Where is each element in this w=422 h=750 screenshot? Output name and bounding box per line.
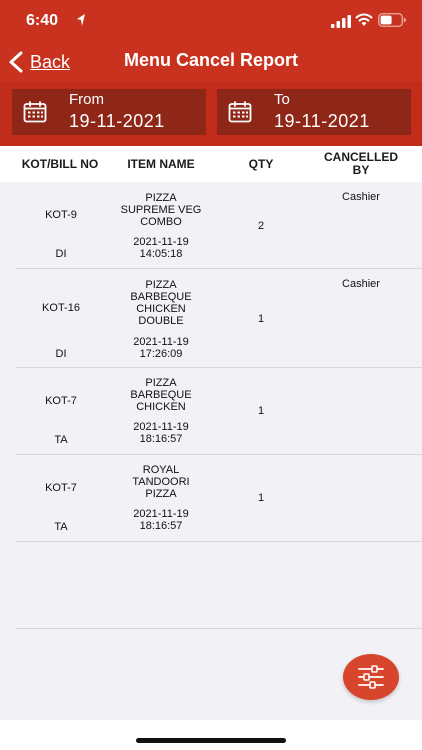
item-time: 17:26:09: [139, 348, 183, 360]
item-datetime: 2021-11-19 14:05:18: [110, 236, 212, 260]
page-title: Menu Cancel Report: [123, 50, 299, 70]
cellular-signal-icon: [331, 15, 351, 28]
item-qty: 1: [257, 492, 265, 504]
table-row[interactable]: KOT-7 TA PIZZA BARBEQUE CHICKEN 2021-11-…: [16, 368, 422, 455]
order-type: DI: [55, 348, 67, 360]
kot-number: KOT-16: [42, 302, 80, 314]
to-date-value: 19-11-2021: [274, 111, 370, 131]
from-label: From: [69, 91, 104, 108]
item-name-line: BARBEQUE: [130, 291, 192, 303]
item-name-line: BARBEQUE: [130, 389, 192, 401]
order-type: DI: [55, 248, 67, 260]
item-name-line: SUPREME VEG: [120, 204, 202, 216]
wifi-icon: [355, 13, 373, 26]
table-row[interactable]: KOT-9 DI PIZZA SUPREME VEG COMBO 2021-11…: [16, 182, 422, 269]
header-kot-bill-no: KOT/BILL NO: [21, 157, 99, 171]
app-header: 6:40 Back Menu Cancel Report From 19-11-…: [0, 0, 422, 146]
item-date: 2021-11-19: [133, 508, 189, 520]
item-name: PIZZA SUPREME VEG COMBO: [110, 192, 212, 228]
header-cancelled-by: CANCELLED BY: [306, 151, 416, 177]
status-time: 6:40: [26, 12, 59, 29]
to-label: To: [274, 91, 290, 108]
home-indicator-area: [0, 720, 422, 750]
location-arrow-icon: [77, 14, 85, 26]
item-time: 18:16:57: [139, 520, 183, 532]
item-time: 18:16:57: [139, 433, 183, 445]
header-cancelled-line2: BY: [352, 163, 370, 177]
cancelled-by: Cashier: [342, 278, 380, 290]
table-row[interactable]: KOT-7 TA ROYAL TANDOORI PIZZA 2021-11-19…: [16, 455, 422, 542]
item-name-line: PIZZA: [145, 488, 177, 500]
kot-number: KOT-7: [45, 395, 77, 407]
item-name-line: CHICKEN: [136, 401, 186, 413]
item-name-line: CHICKEN: [136, 303, 186, 315]
header-qty: QTY: [248, 157, 274, 171]
item-name: PIZZA BARBEQUE CHICKEN DOUBLE: [110, 279, 212, 327]
item-name-line: COMBO: [140, 216, 182, 228]
item-qty: 2: [257, 220, 265, 232]
date-filter-row: From 19-11-2021 To 19-11-2021: [0, 82, 422, 146]
filter-sliders-icon: [358, 665, 384, 689]
to-date-picker[interactable]: To 19-11-2021: [217, 89, 411, 135]
item-qty: 1: [257, 405, 265, 417]
item-name-line: ROYAL: [142, 464, 180, 476]
item-datetime: 2021-11-19 17:26:09: [110, 336, 212, 360]
status-bar: 6:40: [0, 0, 422, 44]
header-item-name: ITEM NAME: [127, 157, 195, 171]
empty-row: [16, 542, 422, 629]
item-name: PIZZA BARBEQUE CHICKEN: [110, 377, 212, 413]
table-header: KOT/BILL NO ITEM NAME QTY CANCELLED BY: [0, 146, 422, 182]
item-datetime: 2021-11-19 18:16:57: [110, 421, 212, 445]
battery-icon: [378, 13, 406, 27]
item-qty: 1: [257, 313, 265, 325]
item-date: 2021-11-19: [133, 236, 189, 248]
item-name-line: DOUBLE: [138, 315, 184, 327]
item-name-line: TANDOORI: [132, 476, 190, 488]
item-time: 14:05:18: [139, 248, 183, 260]
order-type: TA: [54, 434, 68, 446]
cancelled-by: Cashier: [342, 191, 380, 203]
kot-number: KOT-9: [45, 209, 77, 221]
item-date: 2021-11-19: [133, 336, 189, 348]
item-name-line: PIZZA: [145, 279, 177, 291]
table-row[interactable]: KOT-16 DI PIZZA BARBEQUE CHICKEN DOUBLE …: [16, 269, 422, 368]
calendar-icon: [228, 101, 252, 123]
kot-number: KOT-7: [45, 482, 77, 494]
from-date-picker[interactable]: From 19-11-2021: [12, 89, 206, 135]
item-date: 2021-11-19: [133, 421, 189, 433]
cancel-report-list[interactable]: KOT-9 DI PIZZA SUPREME VEG COMBO 2021-11…: [0, 182, 422, 720]
order-type: TA: [54, 521, 68, 533]
item-name: ROYAL TANDOORI PIZZA: [110, 464, 212, 500]
item-name-line: PIZZA: [145, 377, 177, 389]
calendar-icon: [23, 101, 47, 123]
nav-bar: Back Menu Cancel Report: [0, 44, 422, 80]
item-datetime: 2021-11-19 18:16:57: [110, 508, 212, 532]
from-date-value: 19-11-2021: [69, 111, 165, 131]
item-name-line: PIZZA: [145, 192, 177, 204]
filter-fab-button[interactable]: [343, 654, 399, 700]
home-indicator[interactable]: [136, 738, 286, 743]
